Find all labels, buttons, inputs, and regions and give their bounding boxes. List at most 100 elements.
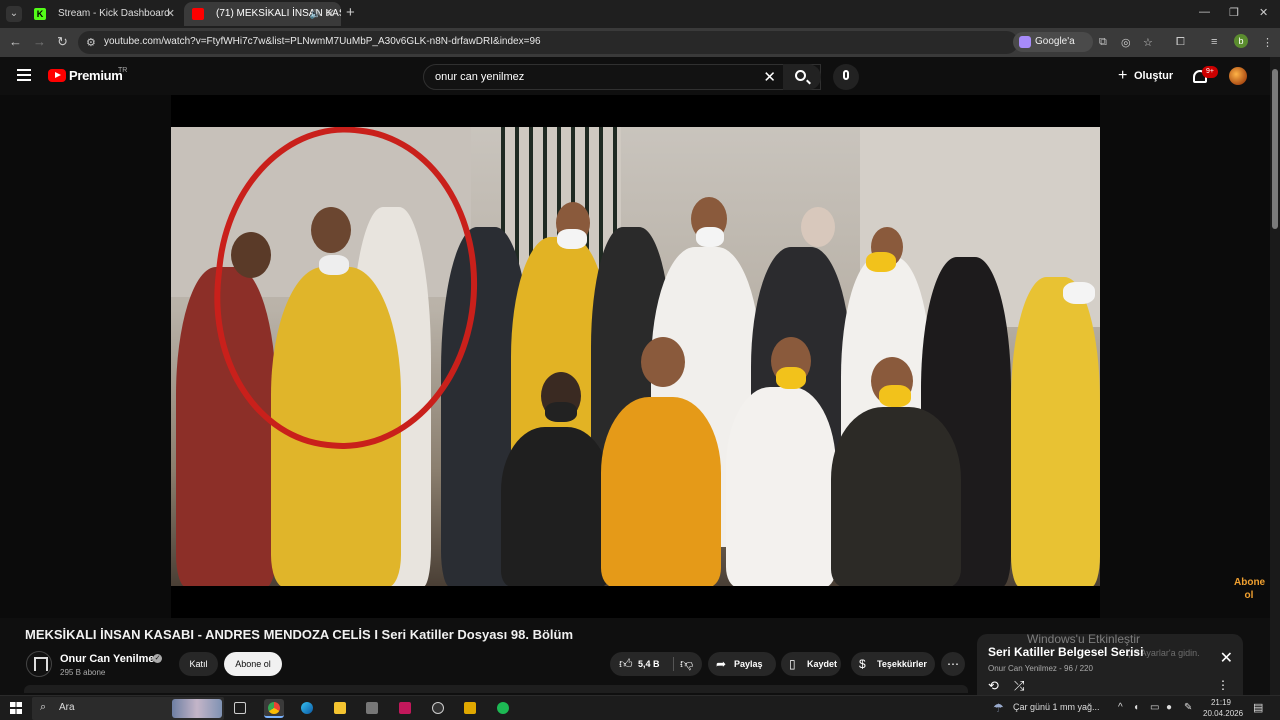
person-figure (831, 407, 961, 586)
scrollbar-thumb[interactable] (1272, 69, 1278, 229)
network-icon[interactable]: ▭ (1150, 702, 1159, 713)
voice-search-button[interactable] (833, 64, 859, 90)
speaker-icon[interactable]: 🔊 (310, 2, 321, 26)
chevron-up-icon[interactable]: ^ (1118, 702, 1123, 713)
tab-title: (71) MEKSİKALI İNSAN KASA (216, 8, 341, 19)
youtube-premium-logo[interactable]: Premium (69, 68, 123, 83)
pen-icon[interactable]: ✎ (1184, 702, 1192, 713)
weather-icon[interactable]: ☂ (993, 701, 1004, 715)
profile-avatar[interactable]: b (1234, 34, 1248, 48)
taskbar-search[interactable]: ⌕ Ara (32, 697, 224, 720)
like-count[interactable]: 5,4 B (638, 652, 660, 676)
search-input[interactable]: onur can yenilmez (435, 71, 524, 83)
chrome-app-icon[interactable] (264, 699, 284, 718)
page-scrollbar[interactable] (1270, 57, 1280, 695)
reload-icon[interactable]: ↻ (57, 34, 68, 50)
app-icon[interactable] (362, 699, 382, 718)
app-glyph (464, 702, 476, 714)
windows-activation-subtitle: çin Ayarlar'a gidin. (1127, 648, 1200, 658)
notification-center-icon[interactable]: ▤ (1253, 701, 1263, 714)
kick-icon: K (34, 8, 46, 20)
save-label: Kaydet (807, 659, 838, 669)
loop-icon[interactable]: ⟲ (988, 678, 999, 694)
address-toolbar: ← → ↻ ⚙ youtube.com/watch?v=FtyfWHi7c7w&… (0, 28, 1280, 67)
channel-name[interactable]: Onur Can Yenilmez (60, 653, 160, 665)
weather-text[interactable]: Çar günü 1 mm yağ... (1013, 702, 1100, 712)
omnibox[interactable]: ⚙ youtube.com/watch?v=FtyfWHi7c7w&list=P… (78, 31, 1018, 54)
back-icon[interactable]: ← (9, 34, 22, 49)
dislike-icon[interactable]: 👎︎ (680, 652, 693, 676)
obs-app-icon[interactable] (428, 699, 448, 718)
youtube-icon (192, 8, 204, 20)
app-icon-2[interactable] (460, 699, 480, 718)
spotify-app-icon[interactable] (493, 699, 513, 718)
save-button[interactable]: ▯ Kaydet (781, 652, 841, 676)
subscribe-button[interactable]: Abone ol (224, 652, 282, 676)
edge-glyph (301, 702, 313, 714)
forward-icon[interactable]: → (33, 34, 46, 49)
thanks-button[interactable]: $ Teşekkürler (851, 652, 935, 676)
channel-avatar[interactable] (26, 651, 52, 677)
youtube-logo-icon[interactable] (48, 69, 66, 82)
chrome-glyph (268, 702, 280, 714)
clock-time: 21:19 (1210, 698, 1232, 707)
youtube-header: Premium TR onur can yenilmez ✕ + Oluştur… (0, 57, 1280, 95)
url-text[interactable]: youtube.com/watch?v=FtyfWHi7c7w&list=PLN… (104, 36, 541, 47)
windows-start-icon[interactable] (10, 702, 22, 714)
verified-check-icon: ✓ (153, 654, 162, 663)
clock[interactable]: 21:19 20.04.2026 (1203, 697, 1243, 719)
volume-icon[interactable]: ◖ (1133, 702, 1139, 713)
site-info-icon[interactable]: ⚙ (86, 36, 96, 49)
more-actions-button[interactable]: ⋯ (941, 652, 965, 676)
subscriber-count: 295 B abone (60, 668, 106, 677)
window-close-icon[interactable]: ✕ (1259, 6, 1268, 19)
tab-youtube-video[interactable]: (71) MEKSİKALI İNSAN KASA 🔊 ✕ (184, 2, 341, 26)
create-button[interactable]: + Oluştur (1118, 65, 1173, 87)
hamburger-menu-icon[interactable] (17, 69, 31, 81)
minimize-icon[interactable]: — (1199, 6, 1210, 18)
face-mask (776, 367, 806, 389)
playlist-subtitle: Onur Can Yenilmez - 96 / 220 (988, 664, 1093, 673)
shuffle-icon[interactable]: ⤮ (1014, 678, 1024, 694)
playlist-more-icon[interactable]: ⋮ (1217, 678, 1229, 692)
microphone-tray-icon[interactable]: ● (1166, 702, 1172, 713)
search-button[interactable] (783, 64, 821, 90)
browser-tab-bar: ⌄ K Stream - Kick Dashboard ✕ (71) MEKSİ… (0, 0, 1280, 28)
restore-icon[interactable]: ❐ (1229, 6, 1239, 19)
video-title: MEKSİKALI İNSAN KASABI - ANDRES MENDOZA … (25, 627, 574, 642)
thanks-icon: $ (859, 657, 866, 671)
share-button[interactable]: ➦ Paylaş (708, 652, 776, 676)
search-box[interactable]: onur can yenilmez ✕ (423, 64, 821, 90)
media-app-icon[interactable] (395, 699, 415, 718)
tab-close-icon[interactable]: ✕ (166, 2, 175, 26)
edge-app-icon[interactable] (297, 699, 317, 718)
playlist-close-icon[interactable]: ✕ (1220, 648, 1233, 668)
join-button[interactable]: Katıl (179, 652, 218, 676)
new-tab-button[interactable]: + (346, 4, 355, 21)
google-ask-button[interactable]: Google'a Sor (1013, 32, 1093, 67)
face-mask (557, 229, 587, 249)
person-figure (501, 427, 611, 586)
playlist-title[interactable]: Seri Katiller Belgesel Serisi (988, 645, 1143, 659)
share-icon: ➦ (716, 657, 727, 671)
tab-kick-dashboard[interactable]: K Stream - Kick Dashboard ✕ (26, 2, 181, 26)
bookmark-star-icon[interactable]: ☆ (1143, 36, 1153, 49)
video-player[interactable] (171, 95, 1100, 618)
like-icon[interactable]: 👍︎ (619, 652, 633, 676)
clear-search-icon[interactable]: ✕ (763, 68, 776, 86)
account-avatar[interactable] (1229, 67, 1247, 85)
browser-menu-icon[interactable]: ⋮ (1262, 36, 1273, 49)
right-background (1100, 95, 1270, 618)
task-view-icon[interactable] (230, 699, 250, 718)
face-mask (879, 385, 911, 407)
cast-icon[interactable]: ⧉ (1099, 36, 1107, 49)
create-label: Oluştur (1134, 70, 1174, 82)
tab-close-icon[interactable]: ✕ (326, 2, 335, 26)
subscribe-watermark[interactable]: Abone ol (1234, 576, 1265, 602)
file-explorer-icon[interactable] (330, 699, 350, 718)
person-figure (1011, 277, 1100, 586)
tab-search-menu-icon[interactable]: ⌄ (6, 6, 22, 22)
extensions-icon[interactable]: ⧠ (1176, 36, 1185, 49)
eye-off-icon[interactable]: ◎ (1121, 36, 1131, 49)
media-control-icon[interactable]: ≡ (1211, 36, 1217, 48)
